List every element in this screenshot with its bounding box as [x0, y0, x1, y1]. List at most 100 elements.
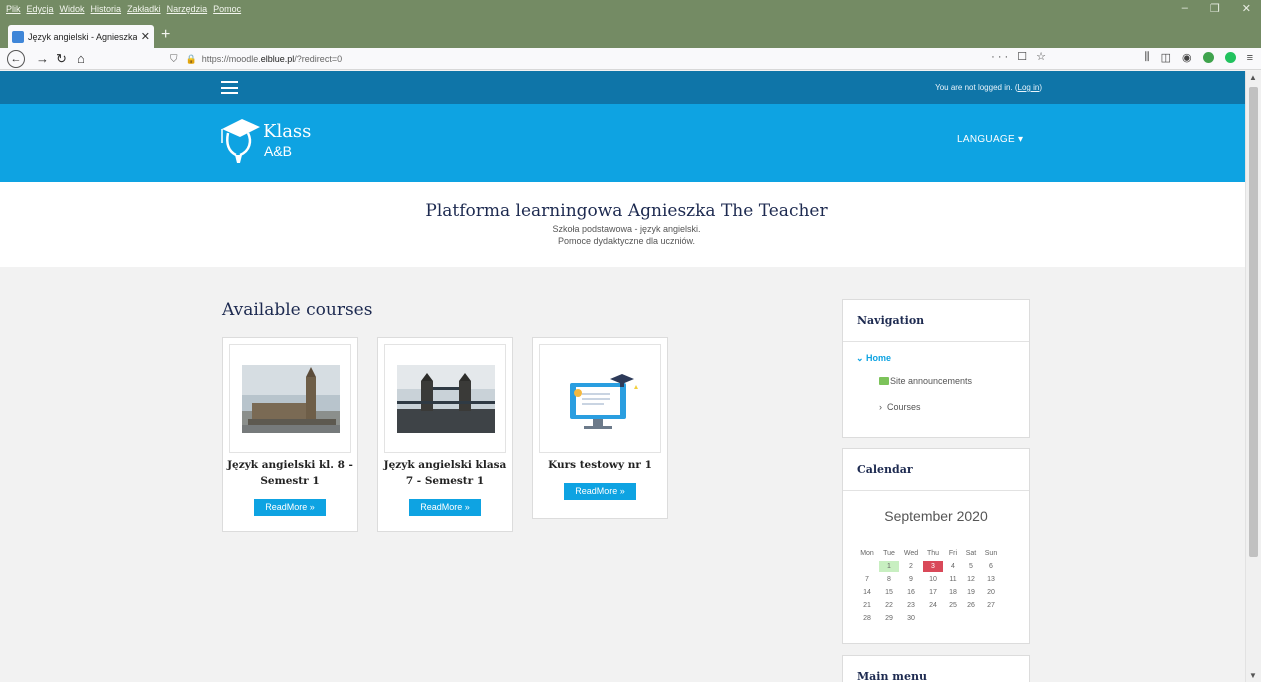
main-menu-block: Main menu [842, 655, 1030, 682]
big-ben-image [242, 365, 340, 433]
browser-toolbar: ⫼ ◫ ◉ ≡ [1145, 51, 1254, 64]
language-dropdown[interactable]: LANGUAGE ▾ [957, 134, 1023, 145]
course-image[interactable] [384, 344, 506, 453]
calendar-day[interactable]: 15 [879, 587, 899, 598]
calendar-weekday: Sat [965, 550, 977, 557]
extension-g-icon[interactable] [1224, 52, 1236, 63]
calendar-day[interactable]: 27 [981, 600, 1001, 611]
library-icon[interactable]: ⫼ [1145, 51, 1150, 64]
page-scrollbar[interactable]: ▲ ▼ [1245, 71, 1261, 682]
calendar-day[interactable]: 23 [901, 600, 921, 611]
page-actions[interactable]: ··· ☐ ☆ [991, 50, 1049, 63]
graduation-cap-icon [221, 119, 260, 163]
menu-edycja[interactable]: Edycja [27, 4, 54, 14]
calendar-day[interactable]: 12 [961, 574, 981, 585]
browser-menubar: Plik Edycja Widok Historia Zakładki Narz… [6, 4, 241, 14]
account-icon[interactable]: ◉ [1182, 51, 1192, 64]
calendar-day[interactable]: 21 [857, 600, 877, 611]
menu-historia[interactable]: Historia [91, 4, 122, 14]
main-menu-title: Main menu [857, 670, 927, 682]
course-name[interactable]: Język angielski kl. 8 - Semestr 1 [223, 457, 357, 489]
calendar-day[interactable]: 14 [857, 587, 877, 598]
course-image[interactable] [229, 344, 351, 453]
url-bar[interactable]: ⛉ 🔒 https://moodle.elblue.pl/?redirect=0 [170, 50, 1050, 68]
scroll-thumb[interactable] [1249, 87, 1258, 557]
calendar-day[interactable]: 4 [943, 561, 963, 572]
course-name[interactable]: Język angielski klasa 7 - Semestr 1 [378, 457, 512, 489]
restore-button[interactable]: ❐ [1210, 2, 1220, 15]
calendar-day[interactable]: 17 [923, 587, 943, 598]
calendar-day[interactable]: 19 [961, 587, 981, 598]
calendar-day[interactable]: 16 [901, 587, 921, 598]
site-subtitle-2: Pomoce dydaktyczne dla uczniów. [557, 236, 696, 246]
navigation-title: Navigation [857, 314, 925, 327]
login-link[interactable]: Log in [1018, 83, 1040, 92]
menu-pomoc[interactable]: Pomoc [213, 4, 241, 14]
site-intro: Platforma learningowa Agnieszka The Teac… [0, 182, 1245, 267]
menu-plik[interactable]: Plik [6, 4, 21, 14]
lock-icon: 🔒 [185, 53, 197, 64]
calendar-day[interactable]: 22 [879, 600, 899, 611]
scroll-down-icon[interactable]: ▼ [1249, 671, 1257, 680]
menu-zakladki[interactable]: Zakładki [127, 4, 161, 14]
site-logo[interactable]: Klass A&B [220, 113, 320, 173]
menu-narzedzia[interactable]: Narzędzia [167, 4, 208, 14]
navigation-block: Navigation ⌄ Home Site announcements › C… [842, 299, 1030, 438]
site-title: Platforma learningowa Agnieszka The Teac… [425, 201, 828, 221]
close-tab-icon[interactable]: ✕ [141, 30, 150, 43]
calendar-day[interactable]: 18 [943, 587, 963, 598]
calendar-weekday: Fri [948, 550, 958, 557]
url-text: https://moodle.elblue.pl/?redirect=0 [201, 54, 343, 64]
calendar-day[interactable]: 1 [879, 561, 899, 572]
course-image[interactable] [539, 344, 661, 453]
new-tab-button[interactable]: + [161, 26, 170, 44]
favicon-icon [12, 30, 24, 43]
extension-check-icon[interactable] [1202, 52, 1214, 63]
reload-icon[interactable]: ↻ [56, 50, 67, 68]
menu-icon[interactable]: ≡ [1247, 52, 1253, 64]
calendar-day[interactable]: 5 [961, 561, 981, 572]
site-subtitle-1: Szkoła podstawowa - język angielski. [552, 224, 701, 234]
site-header: Klass A&B LANGUAGE ▾ [0, 104, 1245, 182]
readmore-button[interactable]: ReadMore » [564, 483, 636, 500]
calendar-day[interactable]: 25 [943, 600, 963, 611]
scroll-up-icon[interactable]: ▲ [1249, 73, 1257, 82]
calendar-day[interactable]: 20 [981, 587, 1001, 598]
logo-line2: A&B [264, 143, 293, 159]
nav-site-announcements[interactable]: Site announcements [879, 376, 972, 386]
readmore-button[interactable]: ReadMore » [254, 499, 326, 516]
calendar-day[interactable]: 26 [961, 600, 981, 611]
login-info: You are not logged in. (Log in) [935, 83, 1042, 92]
calendar-day[interactable]: 24 [923, 600, 943, 611]
calendar-day[interactable]: 3 [923, 561, 943, 572]
calendar-day[interactable]: 6 [981, 561, 1001, 572]
hamburger-menu-icon[interactable] [221, 81, 238, 94]
calendar-day[interactable]: 9 [901, 574, 921, 585]
browser-tab[interactable]: Język angielski - Agnieszka The Teacher … [8, 25, 154, 48]
readmore-button[interactable]: ReadMore » [409, 499, 481, 516]
calendar-day[interactable]: 29 [879, 613, 899, 624]
chevron-down-icon: ⌄ [856, 353, 867, 363]
calendar-day[interactable]: 11 [943, 574, 963, 585]
back-arrow-icon[interactable]: ← [7, 50, 25, 68]
calendar-weekday: Mon [860, 550, 874, 557]
calendar-day[interactable]: 8 [879, 574, 899, 585]
calendar-day[interactable]: 7 [857, 574, 877, 585]
calendar-day[interactable]: 10 [923, 574, 943, 585]
calendar-title: Calendar [857, 463, 913, 476]
nav-home[interactable]: ⌄ Home [856, 353, 891, 364]
window-controls: – ❐ ✕ [1182, 2, 1251, 15]
calendar-day[interactable]: 2 [901, 561, 921, 572]
tower-bridge-image [397, 365, 495, 433]
minimize-button[interactable]: – [1182, 2, 1188, 15]
close-window-button[interactable]: ✕ [1242, 2, 1251, 15]
menu-widok[interactable]: Widok [60, 4, 85, 14]
course-name[interactable]: Kurs testowy nr 1 [533, 457, 667, 473]
calendar-day[interactable]: 13 [981, 574, 1001, 585]
nav-courses[interactable]: › Courses [879, 402, 921, 412]
home-icon[interactable]: ⌂ [77, 50, 85, 68]
sidebar-icon[interactable]: ◫ [1161, 51, 1171, 64]
calendar-day[interactable]: 30 [901, 613, 921, 624]
forward-arrow-icon[interactable]: → [36, 50, 49, 68]
calendar-day[interactable]: 28 [857, 613, 877, 624]
